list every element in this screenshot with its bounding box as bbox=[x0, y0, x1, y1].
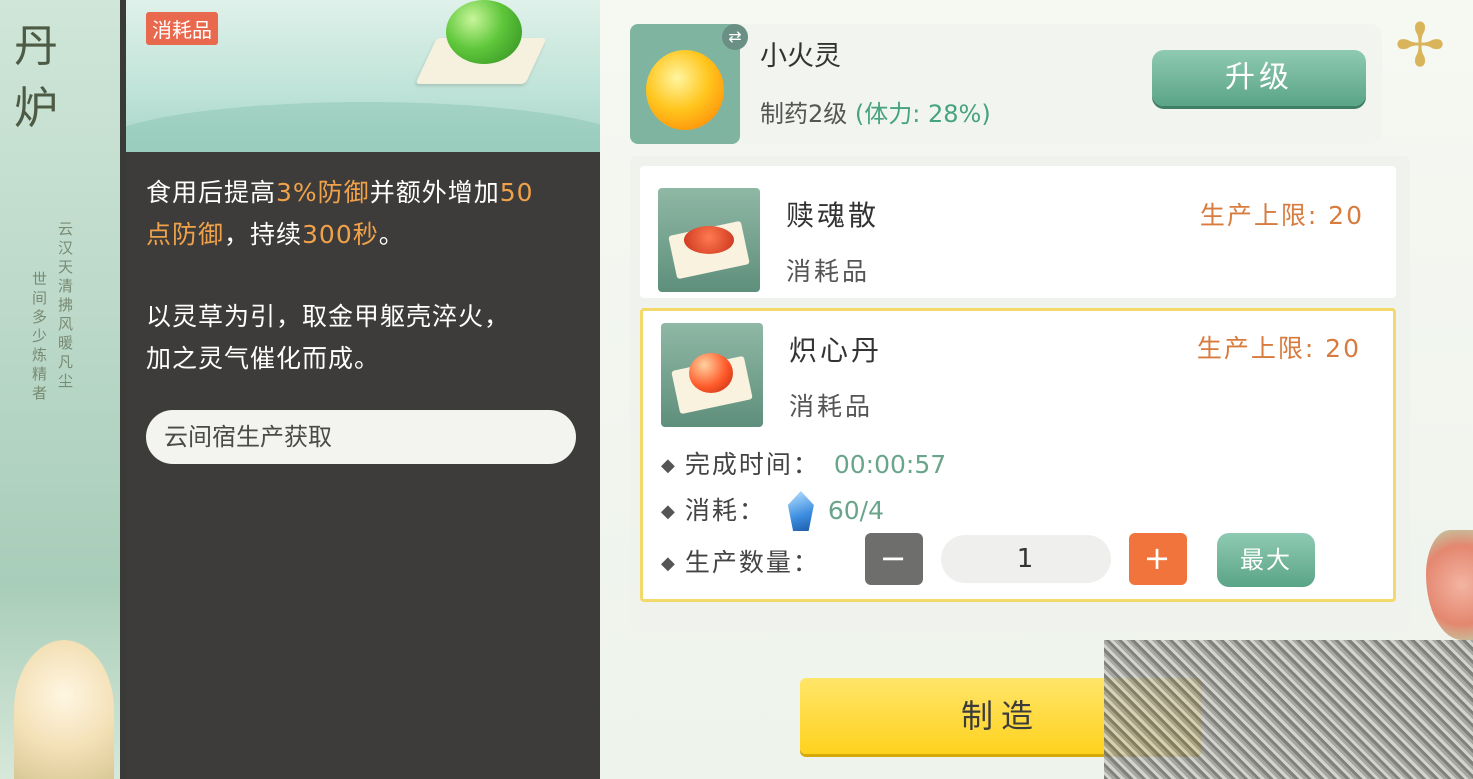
banner-title: 丹 炉 bbox=[6, 16, 66, 140]
time-value: 00:00:57 bbox=[833, 450, 947, 479]
diamond-bullet-icon: ◆ bbox=[661, 553, 677, 574]
spirit-crystal-icon bbox=[787, 491, 814, 531]
quantity-row: ◆ 生产数量： − 1 + 最大 bbox=[661, 533, 1381, 589]
flower-close-icon[interactable]: ✢ bbox=[1384, 10, 1456, 82]
leaf-decoration bbox=[1426, 530, 1473, 640]
pet-level-text: 制药2级 bbox=[760, 100, 848, 128]
furnace-banner: 丹 炉 云汉天清拂风暖凡尘 世间多少炼精者 bbox=[0, 0, 126, 779]
banner-poem: 云汉天清拂风暖凡尘 bbox=[58, 220, 74, 390]
recipe-item[interactable]: 赎魂散 消耗品 生产上限: 20 bbox=[640, 166, 1396, 298]
recipe-thumbnail bbox=[661, 323, 763, 427]
fire-spirit-icon bbox=[646, 50, 724, 130]
quantity-label-group: ◆ 生产数量： bbox=[661, 543, 820, 579]
max-button[interactable]: 最大 bbox=[1217, 533, 1315, 587]
recipe-item-selected[interactable]: 炽心丹 消耗品 生产上限: 20 ◆ 完成时间： 00:00:57 ◆ 消耗： 60/4… bbox=[640, 308, 1396, 602]
pet-card: ⇄ 小火灵 制药2级 (体力: 28%) 升级 bbox=[630, 24, 1382, 144]
increase-button[interactable]: + bbox=[1129, 533, 1187, 585]
item-hero-image: 消耗品 bbox=[126, 0, 600, 152]
upgrade-button[interactable]: 升级 bbox=[1152, 50, 1366, 106]
cost-value: 60/4 bbox=[827, 496, 884, 525]
effect-highlight: 50 bbox=[499, 178, 534, 207]
banner-poem: 世间多少炼精者 bbox=[32, 270, 48, 402]
watermark-noise bbox=[1104, 640, 1473, 779]
recipe-type: 消耗品 bbox=[786, 257, 871, 286]
wave-decoration bbox=[126, 102, 600, 152]
item-description-panel: 消耗品 食用后提高3%防御并额外增加50 点防御，持续300秒。 以灵草为引，取… bbox=[126, 0, 600, 779]
lore-text: 以灵草为引，取金甲躯壳淬火， bbox=[146, 302, 511, 331]
red-powder-icon bbox=[684, 226, 734, 254]
effect-text: 。 bbox=[378, 220, 405, 249]
category-badge: 消耗品 bbox=[146, 12, 218, 45]
banner-title-char: 丹 bbox=[14, 21, 58, 72]
recipe-type: 消耗品 bbox=[789, 392, 874, 421]
recipe-limit: 生产上限: 20 bbox=[1196, 334, 1361, 363]
cost-row: ◆ 消耗： 60/4 bbox=[661, 491, 884, 531]
recipe-limit: 生产上限: 20 bbox=[1199, 201, 1364, 230]
source-info[interactable]: 云间宿生产获取 bbox=[146, 410, 576, 464]
effect-text: 食用后提高 bbox=[146, 178, 277, 207]
red-pill-icon bbox=[689, 353, 733, 393]
swap-icon[interactable]: ⇄ bbox=[722, 24, 748, 50]
decrease-button[interactable]: − bbox=[865, 533, 923, 585]
quantity-input[interactable]: 1 bbox=[941, 535, 1111, 583]
time-label: 完成时间： bbox=[684, 450, 820, 479]
crafting-panel: ✢ ⇄ 小火灵 制药2级 (体力: 28%) 升级 赎魂散 消耗品 生产上限: … bbox=[600, 0, 1473, 779]
cost-label: 消耗： bbox=[684, 496, 766, 525]
recipe-name: 赎魂散 bbox=[786, 199, 880, 232]
recipe-list[interactable]: 赎魂散 消耗品 生产上限: 20 炽心丹 消耗品 生产上限: 20 ◆ 完成时间：… bbox=[630, 156, 1410, 632]
lore-description: 以灵草为引，取金甲躯壳淬火， 加之灵气催化而成。 bbox=[146, 296, 596, 380]
pet-stamina: (体力: 28%) bbox=[854, 100, 991, 128]
completion-time-row: ◆ 完成时间： 00:00:57 bbox=[661, 445, 946, 481]
pet-name: 小火灵 bbox=[760, 41, 841, 72]
diamond-bullet-icon: ◆ bbox=[661, 455, 677, 476]
effect-description: 食用后提高3%防御并额外增加50 点防御，持续300秒。 bbox=[146, 172, 596, 256]
pet-level: 制药2级 (体力: 28%) bbox=[760, 94, 991, 129]
effect-highlight: 300秒 bbox=[302, 220, 379, 249]
quantity-label: 生产数量： bbox=[684, 548, 820, 577]
recipe-name: 炽心丹 bbox=[789, 334, 883, 367]
effect-text: 并额外增加 bbox=[369, 178, 500, 207]
effect-highlight: 点防御 bbox=[146, 220, 225, 249]
diamond-bullet-icon: ◆ bbox=[661, 501, 677, 522]
effect-text: ，持续 bbox=[224, 220, 303, 249]
recipe-thumbnail bbox=[658, 188, 760, 292]
green-orb-icon bbox=[446, 0, 522, 64]
effect-highlight: 3%防御 bbox=[276, 178, 370, 207]
lore-text: 加之灵气催化而成。 bbox=[146, 344, 381, 373]
mascot-illustration bbox=[14, 640, 114, 779]
banner-title-char: 炉 bbox=[14, 83, 58, 134]
